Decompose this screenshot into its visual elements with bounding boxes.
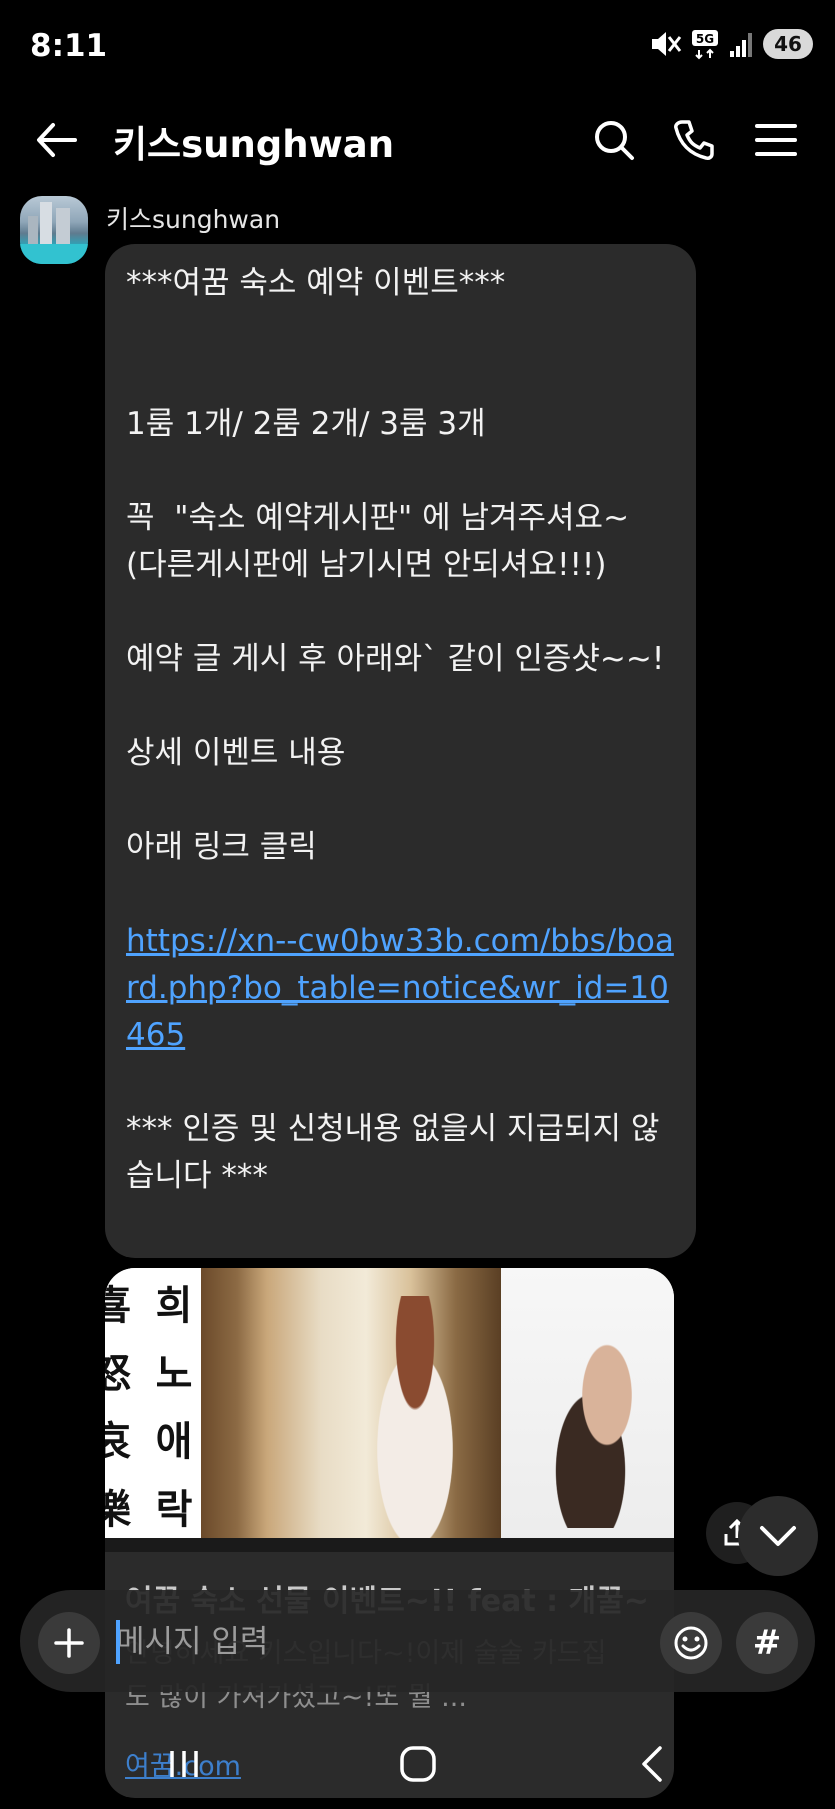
chat-title: 키스sunghwan [113, 123, 395, 166]
scroll-to-bottom-button[interactable] [738, 1496, 818, 1576]
system-back-button[interactable] [620, 1732, 684, 1796]
5g-network-icon: 5G [691, 28, 721, 60]
image-bottom-strip [105, 1538, 674, 1552]
chevron-down-icon [760, 1526, 796, 1546]
message-text: ***여꿈 숙소 예약 이벤트*** 1룸 1개/ 2룸 2개/ 3룸 3개 꼭… [126, 260, 686, 1200]
chat-screen: 8:11 5G 46 키스sunghwan 키스sunghwan ***여꿈 숙… [0, 0, 835, 1809]
building-photo-icon [20, 202, 88, 264]
link-preview-card[interactable]: 喜 怒 哀 樂 희 노 애 락 여꿈 숙소 선물 이벤트~!! feat : 개… [105, 1268, 674, 1798]
calligraphy-hanja: 喜 怒 哀 樂 [105, 1282, 131, 1533]
home-button[interactable] [386, 1732, 450, 1796]
recents-icon [170, 1751, 198, 1777]
recents-button[interactable] [152, 1732, 216, 1796]
home-icon [400, 1746, 436, 1782]
message-link[interactable]: https://xn--cw0bw33b.com/bbs/board.php?b… [126, 923, 674, 1053]
back-button[interactable] [32, 116, 80, 164]
menu-icon [755, 124, 797, 156]
back-arrow-icon [37, 123, 77, 157]
preview-image: 喜 怒 哀 樂 희 노 애 락 [105, 1268, 674, 1552]
system-nav-bar [0, 1720, 835, 1809]
network-label: 5G [696, 32, 714, 46]
emoji-button[interactable] [660, 1612, 722, 1674]
signal-strength-icon [729, 30, 755, 58]
phone-icon [674, 120, 714, 160]
message-input[interactable] [116, 1614, 646, 1670]
message-body: ***여꿈 숙소 예약 이벤트*** 1룸 1개/ 2룸 2개/ 3룸 3개 꼭… [126, 265, 665, 865]
calligraphy-hangul: 희 노 애 락 [155, 1282, 193, 1533]
menu-button[interactable] [750, 114, 802, 166]
search-button[interactable] [588, 114, 640, 166]
chat-header: 키스sunghwan [0, 96, 835, 182]
sender-avatar[interactable] [20, 196, 88, 264]
text-caret [116, 1620, 120, 1664]
plus-icon [54, 1628, 84, 1658]
mute-icon [649, 29, 683, 59]
chevron-left-icon [642, 1746, 662, 1782]
call-button[interactable] [668, 114, 720, 166]
message-footer: *** 인증 및 신청내용 없을시 지급되지 않습니다 *** [126, 1111, 660, 1194]
status-icons: 5G 46 [649, 28, 813, 60]
reclining-person [541, 1338, 651, 1528]
status-bar: 8:11 5G 46 [0, 0, 835, 96]
sender-name: 키스sunghwan [106, 205, 281, 234]
search-icon [595, 121, 634, 160]
hashtag-button[interactable]: # [736, 1612, 798, 1674]
add-attachment-button[interactable] [38, 1612, 100, 1674]
emoji-icon [674, 1626, 708, 1660]
battery-indicator: 46 [763, 29, 813, 59]
status-time: 8:11 [30, 28, 108, 64]
calligraphy-panel: 喜 怒 哀 樂 희 노 애 락 [105, 1268, 201, 1552]
model-figure [355, 1296, 475, 1552]
